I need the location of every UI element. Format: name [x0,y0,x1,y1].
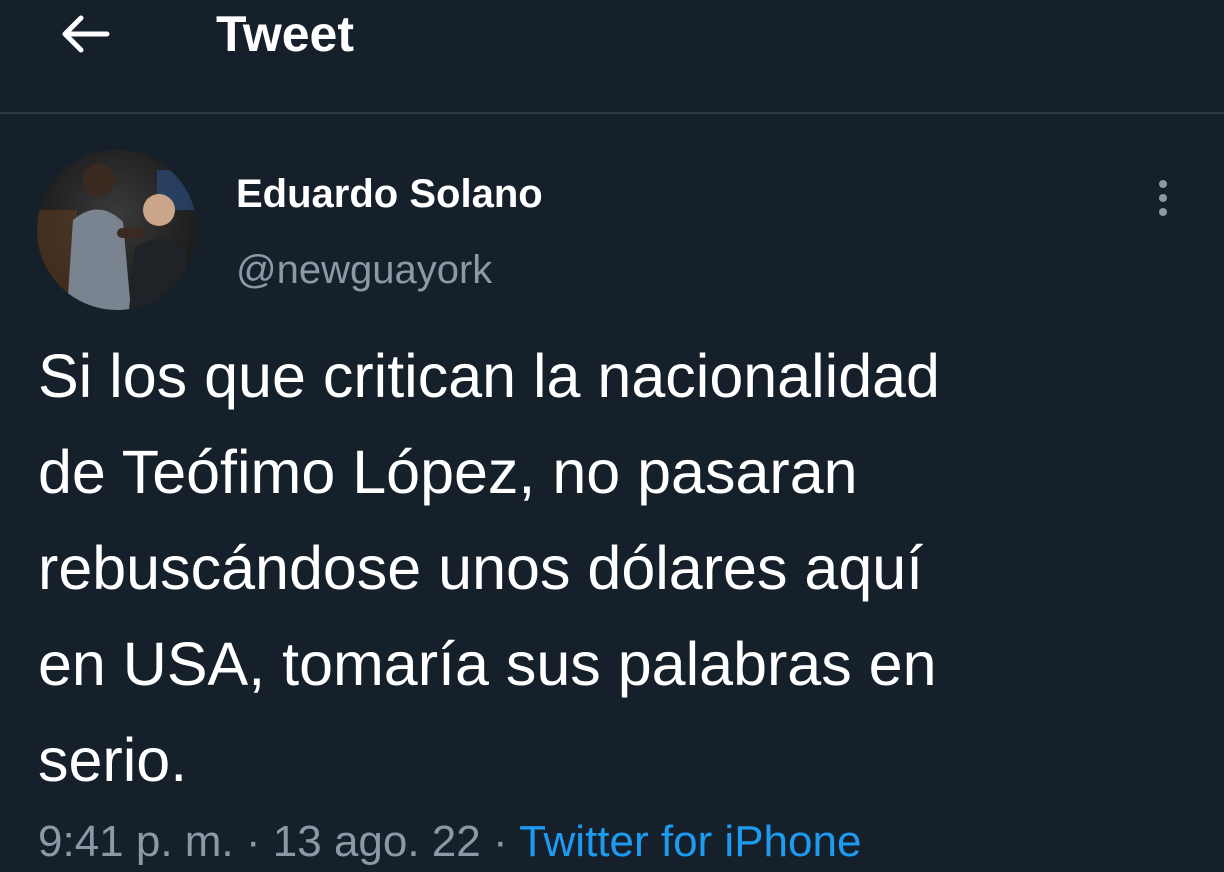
tweet-source-link[interactable]: Twitter for iPhone [519,817,861,866]
avatar[interactable] [37,150,197,310]
profile-photo [37,150,197,310]
arrow-left-icon [62,15,110,53]
separator: · [233,817,273,866]
tweet-metadata: 9:41 p. m. · 13 ago. 22 · Twitter for iP… [38,812,861,872]
tweet-text: Si los que critican la nacionalidad de T… [38,342,940,794]
page-title: Tweet [216,6,354,62]
top-bar: Tweet [0,0,1224,114]
author-handle[interactable]: @newguayork [236,244,492,296]
more-options-button[interactable] [1146,176,1180,220]
tweet-date[interactable]: 13 ago. 22 [273,817,481,866]
back-button[interactable] [52,6,116,62]
author-name[interactable]: Eduardo Solano [236,168,543,220]
separator: · [480,817,520,866]
more-vertical-icon [1159,180,1167,216]
tweet-time[interactable]: 9:41 p. m. [38,817,234,866]
